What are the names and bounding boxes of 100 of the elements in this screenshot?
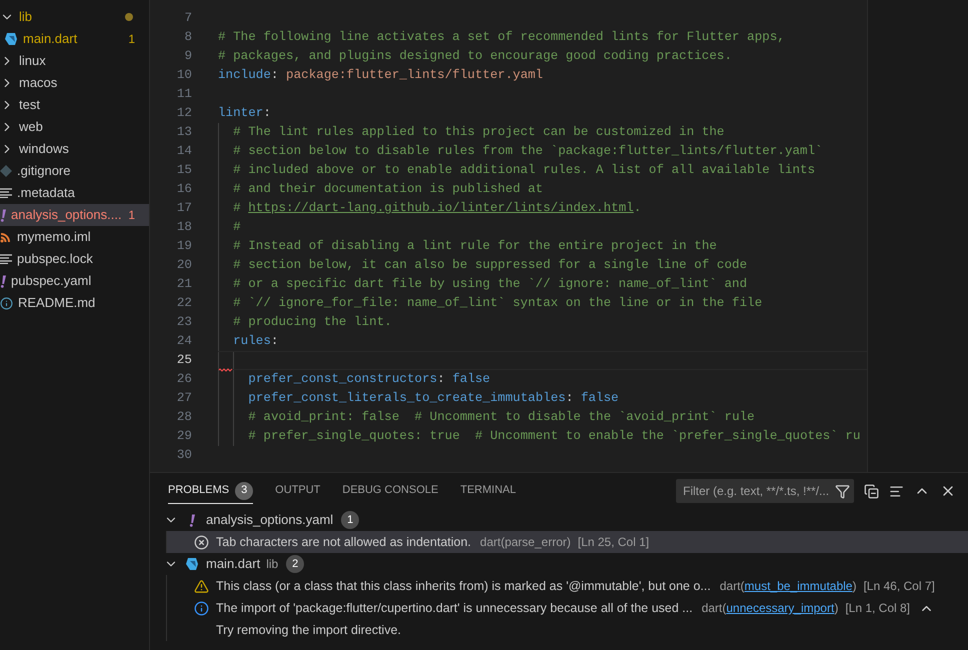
file-name: test xyxy=(19,96,41,114)
count-badge: 1 xyxy=(341,511,360,529)
code-text: # avoid_print: false # Uncomment to disable the `avoid_print` rule xyxy=(248,409,755,426)
problem-source: dart( xyxy=(720,578,744,595)
problem-row[interactable]: This class (or a class that this class inherits from) is marked as '@immutable', but one o... dart(must_be_immutable) [Ln 46, Col 7] xyxy=(166,575,968,597)
panel-tab[interactable]: OUTPUT xyxy=(275,478,320,504)
code-text: prefer_const_constructors: false xyxy=(248,371,490,388)
file-name: .metadata xyxy=(17,184,76,202)
file-item[interactable]: .gitignore xyxy=(0,160,149,182)
line-number: 21 xyxy=(176,276,192,294)
line-number: 16 xyxy=(176,181,192,198)
diamond-icon xyxy=(0,165,12,177)
panel-tab[interactable]: PROBLEMS 3 xyxy=(168,478,254,504)
lines-icon xyxy=(0,254,12,264)
rss-icon xyxy=(0,231,12,243)
code-text: # section below to disable rules from the `package:flutter_lints/flutter.yaml` xyxy=(233,143,823,160)
line-number: 27 xyxy=(176,390,192,408)
line-number: 17 xyxy=(176,200,192,218)
file-item[interactable]: README.md xyxy=(0,292,149,314)
file-name: analysis_options.yaml xyxy=(206,511,334,530)
line-number: 26 xyxy=(176,371,192,388)
error-icon xyxy=(194,534,209,550)
line-number: 24 xyxy=(176,333,192,350)
line-number: 28 xyxy=(176,409,192,426)
line-number: 12 xyxy=(176,105,192,122)
code-text: rules: xyxy=(233,333,278,350)
problem-location: [Ln 1, Col 8] xyxy=(845,600,910,617)
code-text: # and their documentation is published at xyxy=(233,181,543,198)
code-text: # Instead of disabling a lint rule for the entire project in the xyxy=(233,238,717,256)
file-name: lib xyxy=(19,8,34,26)
line-number: 30 xyxy=(176,447,192,464)
code-text: # or a specific dart file by using the `// ignore: name_of_lint` and xyxy=(233,276,748,294)
line-number: 10 xyxy=(176,67,192,84)
file-item[interactable]: pubspec.lock xyxy=(0,248,149,270)
code-text: # https://dart-lang.github.io/linter/lints/index.html. xyxy=(233,200,642,218)
line-number: 23 xyxy=(176,314,192,332)
list-view-icon[interactable] xyxy=(889,484,904,498)
exclamation-icon xyxy=(189,514,195,526)
code-text: prefer_const_literals_to_create_immutables: false xyxy=(248,390,619,408)
file-name: mymemo.iml xyxy=(17,228,92,246)
file-item[interactable]: .metadata xyxy=(0,182,149,204)
line-number: 11 xyxy=(176,86,192,104)
problem-source: dart(parse_error) xyxy=(480,534,571,551)
exclamation-icon xyxy=(0,208,6,222)
file-name: analysis_options.... xyxy=(11,206,123,224)
line-number: 14 xyxy=(176,143,192,160)
problem-source: ) xyxy=(834,600,838,617)
line-number: 22 xyxy=(176,295,192,312)
problem-message: Tab characters are not allowed as indentation. xyxy=(216,534,472,551)
file-name: pubspec.yaml xyxy=(11,272,92,290)
code-text: include: package:flutter_lints/flutter.yaml xyxy=(218,67,543,84)
problem-message: This class (or a class that this class inherits from) is marked as '@immutable', but one o... xyxy=(216,578,711,595)
line-number: 18 xyxy=(176,219,192,236)
problem-location: [Ln 46, Col 7] xyxy=(863,578,935,595)
file-name: macos xyxy=(19,74,58,92)
info-icon xyxy=(0,296,13,310)
collapse-all-icon[interactable] xyxy=(864,484,879,498)
line-number: 7 xyxy=(183,10,192,28)
info-icon xyxy=(194,600,209,616)
code-text: # `// ignore_for_file: name_of_lint` syntax on the line or in the file xyxy=(233,295,762,312)
line-number: 25 xyxy=(176,352,192,370)
exclamation-icon xyxy=(0,274,6,288)
folder-item[interactable]: windows xyxy=(0,138,149,160)
folder-item[interactable]: test xyxy=(0,94,149,116)
filter-icon[interactable] xyxy=(835,484,850,498)
folder-item[interactable]: web xyxy=(0,116,149,138)
folder-item[interactable]: lib xyxy=(0,6,149,28)
code-text: # included above or to enable additional rules. A list of all available lints xyxy=(233,162,816,180)
line-number: 8 xyxy=(183,29,192,46)
file-name: pubspec.lock xyxy=(17,250,94,268)
lines-icon xyxy=(0,188,12,198)
code-text: # packages, and plugins designed to encourage good coding practices. xyxy=(218,48,732,66)
rule-link[interactable]: must_be_immutable xyxy=(744,577,852,595)
file-name: linux xyxy=(19,52,47,70)
line-number: 19 xyxy=(176,238,192,256)
file-item[interactable]: mymemo.iml xyxy=(0,226,149,248)
file-item[interactable]: analysis_options.... 1 xyxy=(0,204,149,226)
code-text: # producing the lint. xyxy=(233,314,392,332)
line-number: 29 xyxy=(176,428,192,446)
folder-item[interactable]: linux xyxy=(0,50,149,72)
problem-count: 1 xyxy=(128,31,135,48)
file-item[interactable]: pubspec.yaml xyxy=(0,270,149,292)
rule-link[interactable]: unnecessary_import xyxy=(726,599,834,617)
problem-location: [Ln 25, Col 1] xyxy=(578,534,650,551)
file-name: windows xyxy=(19,140,70,158)
panel-tab[interactable]: DEBUG CONSOLE xyxy=(342,478,438,504)
line-number: 9 xyxy=(183,48,192,66)
filter-field[interactable]: Filter (e.g. text, **/*.ts, !**/... xyxy=(676,479,854,503)
folder-item[interactable]: macos xyxy=(0,72,149,94)
warning-icon xyxy=(194,578,209,594)
problem-message: The import of 'package:flutter/cupertino.dart' is unnecessary because all of the used ... xyxy=(216,600,693,617)
panel-tab[interactable]: TERMINAL xyxy=(460,478,516,504)
count-badge: 2 xyxy=(286,555,304,573)
file-item[interactable]: main.dart 1 xyxy=(0,28,149,50)
problem-row[interactable]: The import of 'package:flutter/cupertino.dart' is unnecessary because all of the used ... dart(unnecessary_import) [Ln 1, Col 8] xyxy=(166,597,968,619)
file-name: .gitignore xyxy=(17,162,72,180)
problem-row[interactable]: Tab characters are not allowed as indentation. dart(parse_error) [Ln 25, Col 1] xyxy=(166,531,968,553)
folder-name: lib xyxy=(266,556,278,573)
file-name: web xyxy=(19,118,44,136)
problem-detail: Try removing the import directive. xyxy=(216,622,402,639)
